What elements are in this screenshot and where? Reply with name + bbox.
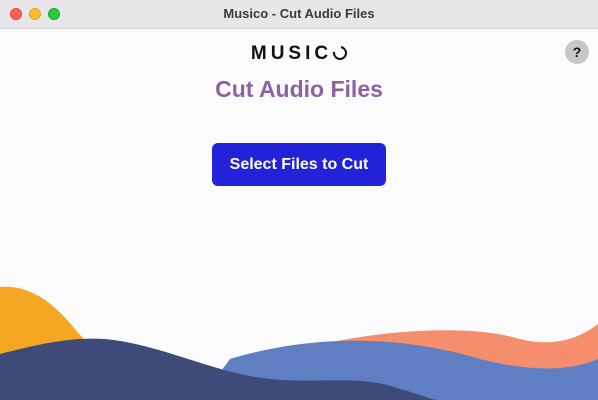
app-window: Musico - Cut Audio Files MUSIC ? Cut Aud… [0, 0, 598, 400]
window-title: Musico - Cut Audio Files [223, 6, 375, 21]
title-bar: Musico - Cut Audio Files [0, 0, 598, 29]
decorative-waves [0, 286, 598, 400]
main-content: MUSIC ? Cut Audio Files Select Files to … [0, 29, 598, 400]
